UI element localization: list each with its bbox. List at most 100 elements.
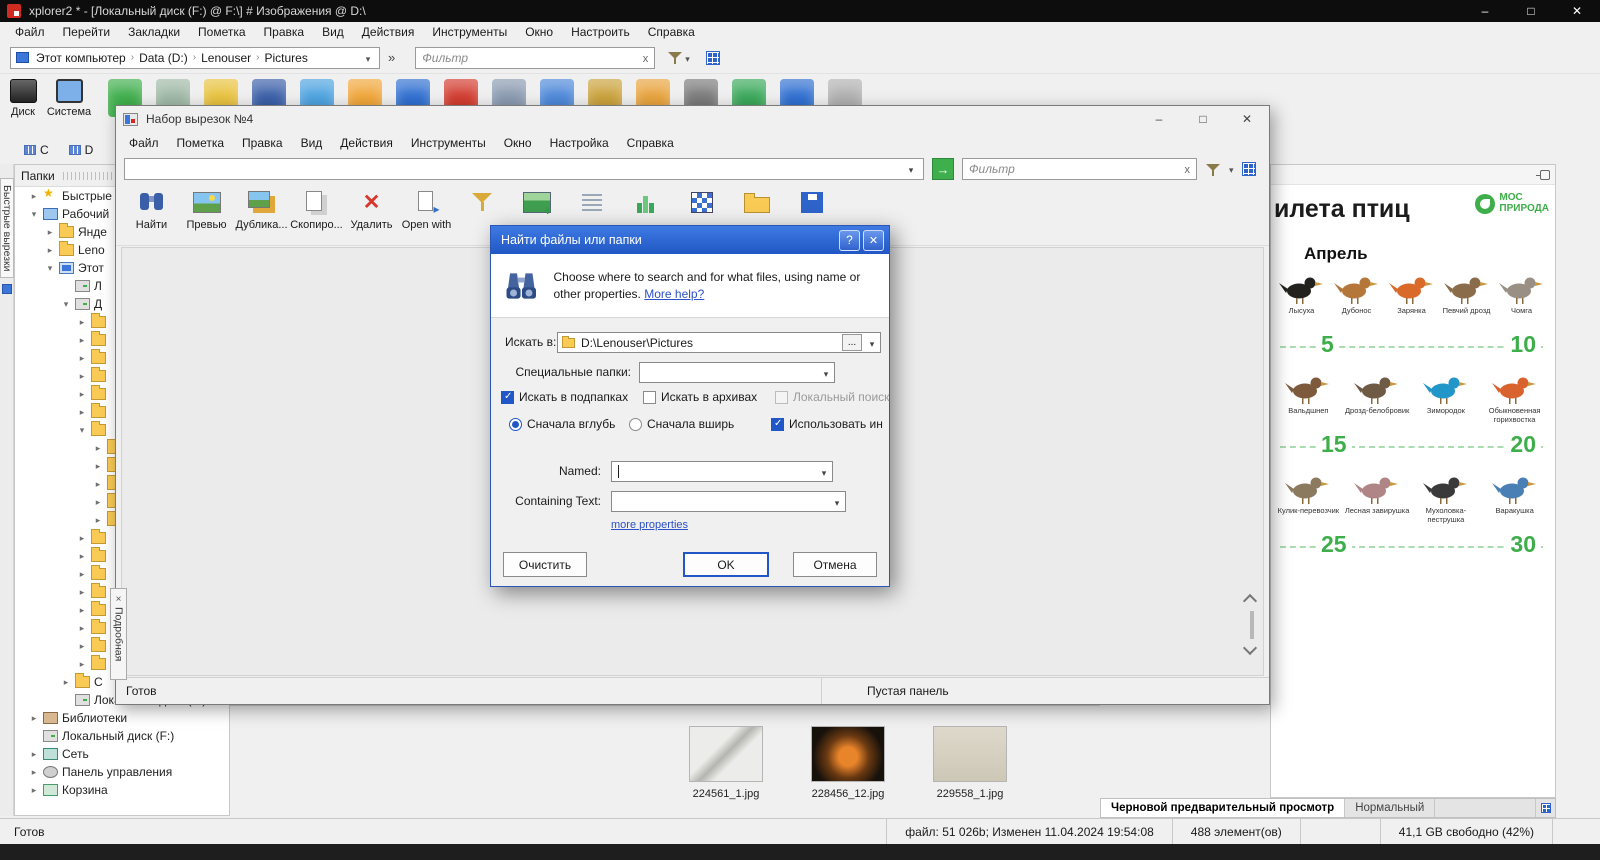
tree-expander-icon[interactable]: ▸: [29, 785, 39, 796]
tree-expander-icon[interactable]: ▸: [93, 479, 103, 490]
tree-expander-icon[interactable]: ▸: [45, 245, 55, 256]
containing-text-combobox[interactable]: [611, 491, 846, 512]
menu-item[interactable]: Действия: [331, 134, 402, 152]
cancel-button[interactable]: Отмена: [793, 552, 877, 577]
breadcrumb-dropdown-icon[interactable]: [360, 51, 376, 65]
toolbar-button[interactable]: Дублика...: [234, 184, 289, 245]
menu-item[interactable]: Настроить: [562, 23, 639, 41]
preview-mode-tab[interactable]: Нормальный: [1345, 799, 1436, 817]
named-combobox[interactable]: [611, 461, 833, 482]
tree-expander-icon[interactable]: ▾: [77, 425, 87, 436]
close-icon[interactable]: [1225, 106, 1269, 132]
tree-expander-icon[interactable]: ▸: [61, 677, 71, 688]
toolbar-big-button[interactable]: Диск: [0, 74, 46, 138]
breadth-first-radio[interactable]: Сначала вширь: [629, 417, 734, 431]
tree-expander-icon[interactable]: ▸: [77, 569, 87, 580]
breadcrumb-item[interactable]: Этот компьютер: [34, 51, 128, 65]
menu-item[interactable]: Окно: [495, 134, 541, 152]
go-button[interactable]: [932, 158, 954, 180]
combo-dropdown-icon[interactable]: [816, 465, 832, 479]
funnel-dropdown-icon[interactable]: [685, 51, 690, 65]
menu-item[interactable]: Пометка: [189, 23, 255, 41]
browse-button[interactable]: ...: [842, 334, 862, 351]
tree-expander-icon[interactable]: ▸: [29, 191, 39, 202]
tree-expander-icon[interactable]: ▸: [77, 371, 87, 382]
drive-tab[interactable]: C: [18, 140, 55, 160]
minimize-icon[interactable]: [1462, 0, 1508, 22]
tree-expander-icon[interactable]: ▸: [77, 407, 87, 418]
child-filter-input[interactable]: [969, 162, 1185, 176]
close-pane-icon[interactable]: [116, 591, 122, 605]
menu-item[interactable]: Справка: [618, 134, 683, 152]
breadcrumb-item[interactable]: Lenouser: [199, 51, 253, 65]
tree-expander-icon[interactable]: ▾: [45, 263, 55, 274]
path-combobox[interactable]: [124, 158, 924, 180]
combo-dropdown-icon[interactable]: [864, 336, 880, 350]
quick-clips-tab[interactable]: Быстрые вырезки: [0, 178, 14, 278]
menu-item[interactable]: Справка: [639, 23, 704, 41]
depth-first-radio[interactable]: Сначала вглубь: [509, 417, 615, 431]
menu-item[interactable]: Файл: [120, 134, 168, 152]
toolbar-button[interactable]: Удалить: [344, 184, 399, 245]
ok-button[interactable]: OK: [683, 552, 769, 577]
tree-expander-icon[interactable]: ▸: [77, 389, 87, 400]
tree-expander-icon[interactable]: ▸: [93, 461, 103, 472]
tree-expander-icon[interactable]: ▸: [77, 659, 87, 670]
tree-expander-icon[interactable]: ▾: [29, 209, 39, 220]
breadcrumb[interactable]: Этот компьютер › Data (D:) › Lenouser › …: [10, 46, 380, 69]
tree-item[interactable]: ▸ Библиотеки: [15, 709, 229, 727]
look-in-combobox[interactable]: D:\Lenouser\Pictures ...: [557, 332, 881, 353]
funnel-dropdown-icon[interactable]: [1229, 162, 1234, 176]
more-help-link[interactable]: More help?: [644, 287, 704, 301]
tree-expander-icon[interactable]: ▸: [77, 353, 87, 364]
use-index-checkbox[interactable]: Использовать ин: [771, 417, 883, 431]
combo-dropdown-icon[interactable]: [903, 162, 919, 176]
toolbar-big-button[interactable]: Система: [46, 74, 92, 138]
tree-item[interactable]: ▸ Корзина: [15, 781, 229, 799]
tree-item[interactable]: ▸ Сеть: [15, 745, 229, 763]
view-grid-icon[interactable]: [1241, 162, 1256, 176]
file-thumbnail[interactable]: 229558_1.jpg: [926, 726, 1014, 800]
menu-item[interactable]: Правка: [233, 134, 292, 152]
tree-item[interactable]: ▸ Панель управления: [15, 763, 229, 781]
tree-expander-icon[interactable]: ▸: [93, 515, 103, 526]
menu-item[interactable]: Инструменты: [402, 134, 495, 152]
combo-dropdown-icon[interactable]: [829, 495, 845, 509]
main-filter-input[interactable]: [422, 50, 643, 65]
help-icon[interactable]: [839, 229, 860, 251]
clear-filter-icon[interactable]: [1185, 162, 1191, 176]
menu-item[interactable]: Перейти: [54, 23, 120, 41]
tree-expander-icon[interactable]: ▸: [77, 317, 87, 328]
toolbar-button[interactable]: Превью: [179, 184, 234, 245]
tree-expander-icon[interactable]: ▸: [77, 533, 87, 544]
menu-item[interactable]: Окно: [516, 23, 562, 41]
scrollbar-thumb[interactable]: [1250, 611, 1254, 639]
tree-expander-icon[interactable]: ▸: [93, 443, 103, 454]
clear-filter-icon[interactable]: [643, 51, 649, 65]
child-titlebar[interactable]: Набор вырезок №4: [116, 106, 1269, 132]
file-thumbnail[interactable]: 224561_1.jpg: [682, 726, 770, 800]
scroll-down-icon[interactable]: [1242, 643, 1258, 655]
pane-options-button[interactable]: [1535, 799, 1555, 817]
more-properties-link[interactable]: more properties: [611, 519, 688, 531]
toolbar-overflow-icon[interactable]: [388, 50, 395, 65]
file-thumbnail[interactable]: 228456_12.jpg: [804, 726, 892, 800]
menu-item[interactable]: Правка: [255, 23, 314, 41]
tree-expander-icon[interactable]: ▸: [77, 587, 87, 598]
minimize-icon[interactable]: [1137, 106, 1181, 132]
toolbar-button[interactable]: Open with: [399, 184, 454, 245]
menu-item[interactable]: Настройка: [541, 134, 618, 152]
view-grid-icon[interactable]: [705, 50, 720, 65]
preview-mode-tab[interactable]: Черновой предварительный просмотр: [1101, 799, 1346, 817]
detail-pane-tab[interactable]: Подробная: [110, 588, 127, 680]
tree-expander-icon[interactable]: ▸: [77, 641, 87, 652]
search-subfolders-checkbox[interactable]: Искать в подпапках: [501, 390, 628, 404]
clear-button[interactable]: Очистить: [503, 552, 587, 577]
drive-tab[interactable]: D: [63, 140, 100, 160]
menu-item[interactable]: Файл: [6, 23, 54, 41]
menu-item[interactable]: Действия: [353, 23, 424, 41]
tree-expander-icon[interactable]: ▸: [77, 551, 87, 562]
combo-dropdown-icon[interactable]: [818, 366, 834, 380]
tree-expander-icon[interactable]: ▸: [45, 227, 55, 238]
tree-expander-icon[interactable]: ▸: [29, 749, 39, 760]
